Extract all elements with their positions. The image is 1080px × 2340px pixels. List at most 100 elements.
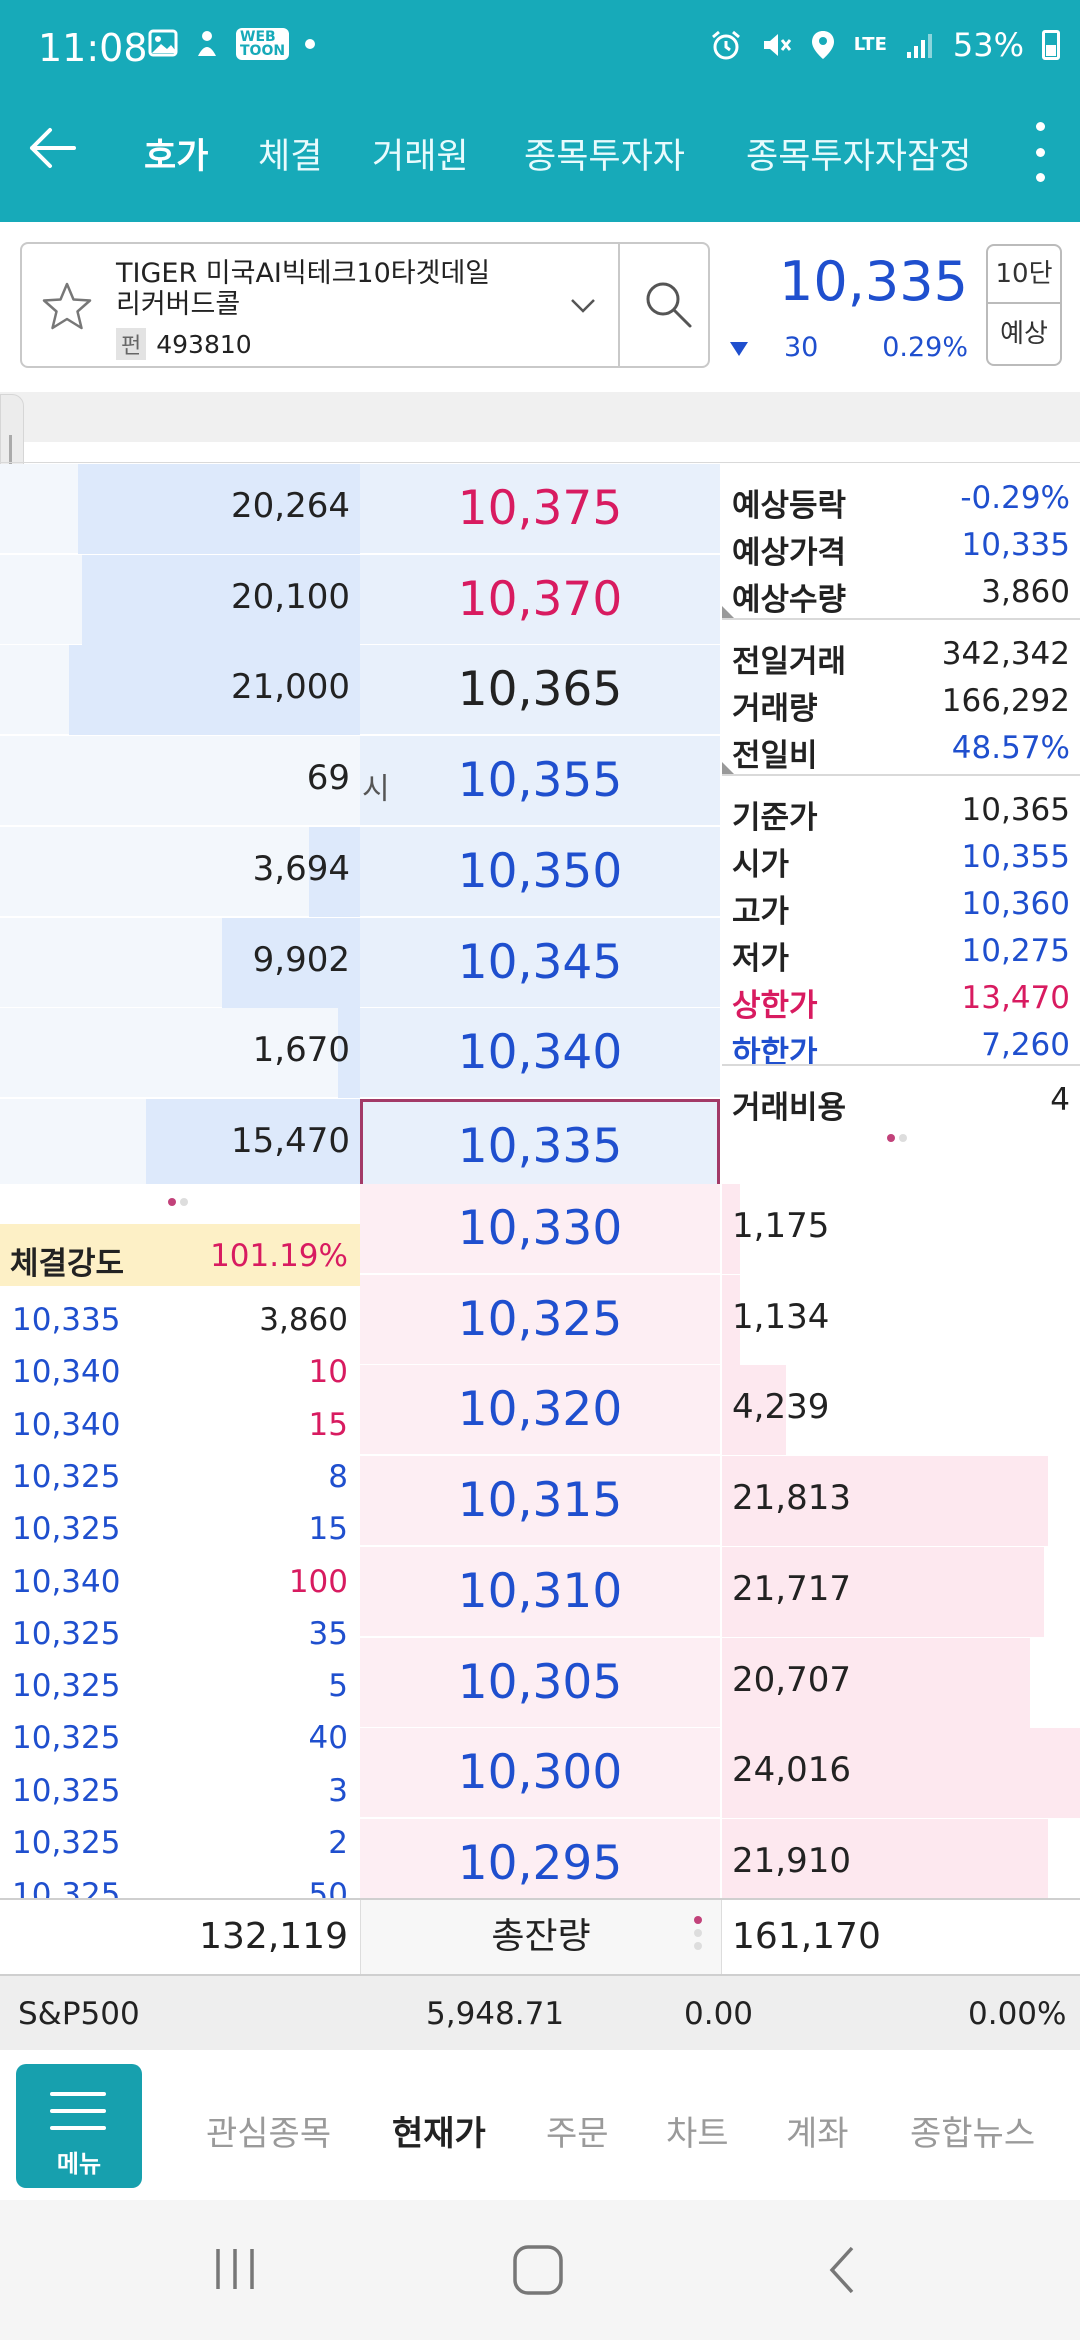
mute-icon <box>763 34 791 56</box>
trade-price: 10,325 <box>12 1772 121 1809</box>
ask-price[interactable]: 10,355 <box>360 736 720 827</box>
ask-qty: 20,100 <box>231 576 350 617</box>
bid-qty-cell: 1,175 <box>722 1184 1080 1274</box>
nav-news[interactable]: 종합뉴스 <box>910 2106 1035 2155</box>
info-separator <box>722 618 1080 620</box>
trade-qty: 8 <box>328 1458 348 1495</box>
trade-strength-value: 101.19% <box>210 1238 348 1274</box>
nav-watchlist[interactable]: 관심종목 <box>206 2106 331 2155</box>
tab-brokers[interactable]: 거래원 <box>372 128 469 179</box>
price-change-amount: 30 <box>784 332 819 363</box>
info-value: 48.57% <box>951 730 1070 766</box>
ask-qty-cell: 1,670 <box>0 1008 360 1099</box>
system-back-icon[interactable] <box>820 2242 864 2298</box>
status-notification-icons: WEB TOON <box>148 28 317 60</box>
trade-ticks-panel: 체결강도 101.19% 10,335 3,860 10,340 10 10,340 15… <box>0 1184 360 1898</box>
location-icon <box>811 31 834 59</box>
bid-price[interactable]: 10,310 <box>360 1546 720 1637</box>
trade-price: 10,325 <box>12 1720 121 1757</box>
tab-trades[interactable]: 체결 <box>258 128 322 179</box>
trade-tick-row: 10,325 3 <box>0 1763 360 1815</box>
bid-qty-cell: 24,016 <box>722 1728 1080 1819</box>
info-label: 거래비용 <box>732 1090 847 1126</box>
trade-tick-row: 10,340 10 <box>0 1344 360 1396</box>
info-separator <box>722 774 1080 776</box>
info-label: 전일비 <box>732 738 818 774</box>
bid-price[interactable]: 10,325 <box>360 1274 720 1365</box>
down-triangle-icon <box>730 342 748 356</box>
bid-price[interactable]: 10,305 <box>360 1637 720 1728</box>
trade-tick-row: 10,325 35 <box>0 1606 360 1658</box>
tab-hoga[interactable]: 호가 <box>144 128 208 179</box>
bid-price[interactable]: 10,315 <box>360 1456 720 1547</box>
search-icon[interactable] <box>638 274 698 334</box>
bid-qty: 20,707 <box>732 1659 851 1700</box>
trade-qty: 35 <box>308 1615 348 1652</box>
nav-current-price[interactable]: 현재가 <box>392 2106 486 2155</box>
ask-price[interactable]: 10,365 <box>360 645 720 736</box>
info-row: 기준가 10,365 <box>732 784 1070 836</box>
info-value: 10,335 <box>961 527 1070 563</box>
ask-qty-cell: 20,264 <box>0 464 360 554</box>
index-change: 0.00 <box>684 1996 754 2032</box>
ask-qty-cell: 3,694 <box>0 826 360 917</box>
bid-qty-cell: 4,239 <box>722 1365 1080 1456</box>
ask-price[interactable]: 10,375 <box>360 464 720 554</box>
info-value: 10,365 <box>961 792 1070 828</box>
signal-icon <box>906 34 932 58</box>
trade-price: 10,325 <box>12 1877 121 1898</box>
opening-price-mark: 시 <box>362 772 390 808</box>
star-icon[interactable] <box>40 280 94 334</box>
home-icon[interactable] <box>510 2242 566 2298</box>
alarm-icon <box>711 30 740 60</box>
expected-button[interactable]: 예상 <box>986 304 1062 366</box>
nav-order[interactable]: 주문 <box>546 2106 609 2155</box>
info-row: 저가 10,275 <box>732 925 1070 977</box>
battery-icon <box>1042 30 1060 60</box>
info-separator <box>722 1064 1080 1066</box>
bid-qty: 1,175 <box>732 1206 830 1246</box>
stock-selector[interactable]: TIGER 미국AI빅테크10타겟데일 리커버드콜 펀 493810 <box>20 242 710 368</box>
more-menu-icon[interactable] <box>1030 122 1050 182</box>
nav-account[interactable]: 계좌 <box>786 2106 849 2155</box>
section-corner-mark <box>722 762 734 774</box>
separator-band <box>0 392 1080 442</box>
ask-qty: 69 <box>306 758 350 799</box>
trade-tick-row: 10,325 2 <box>0 1815 360 1867</box>
stock-code: 493810 <box>156 329 252 359</box>
trade-price: 10,325 <box>12 1458 121 1495</box>
trade-qty: 3 <box>328 1772 348 1809</box>
nav-chart[interactable]: 차트 <box>666 2106 729 2155</box>
trade-price: 10,325 <box>12 1615 121 1652</box>
ask-qty: 15,470 <box>231 1120 350 1161</box>
bid-price[interactable]: 10,330 <box>360 1184 720 1274</box>
ask-price[interactable]: 10,335 <box>360 1098 720 1189</box>
info-label: 예상수량 <box>732 582 847 618</box>
index-ticker[interactable]: S&P500 5,948.71 0.00 0.00% <box>0 1976 1080 2050</box>
battery-percent: 53% <box>952 26 1024 64</box>
ask-price[interactable]: 10,345 <box>360 917 720 1008</box>
ask-price[interactable]: 10,350 <box>360 826 720 917</box>
bid-qty-cell: 20,707 <box>722 1637 1080 1728</box>
trade-tick-row: 10,325 40 <box>0 1710 360 1762</box>
chevron-down-icon[interactable] <box>568 290 598 320</box>
trade-strength-label: 체결강도 <box>10 1246 125 1282</box>
info-row: 고가 10,360 <box>732 878 1070 930</box>
trade-tick-row: 10,325 8 <box>0 1449 360 1501</box>
depth-button[interactable]: 10단 <box>986 244 1062 304</box>
menu-button[interactable]: 메뉴 <box>16 2064 142 2188</box>
bid-price[interactable]: 10,295 <box>360 1818 720 1909</box>
info-panel: 예상등락 -0.29% 예상가격 10,335 예상수량 3,860 전일거래 342,34… <box>722 464 1080 1182</box>
ask-price[interactable]: 10,370 <box>360 554 720 645</box>
back-arrow-icon[interactable] <box>22 118 82 178</box>
trade-qty: 40 <box>308 1720 348 1757</box>
info-row: 예상등락 -0.29% <box>732 472 1070 524</box>
tab-investors[interactable]: 종목투자자 <box>524 128 685 179</box>
trade-qty: 100 <box>288 1563 348 1600</box>
trade-qty: 50 <box>308 1877 348 1898</box>
bid-price[interactable]: 10,320 <box>360 1365 720 1456</box>
tab-investors-provisional[interactable]: 종목투자자잠정 <box>746 128 971 179</box>
recent-apps-icon[interactable] <box>210 2244 260 2294</box>
ask-price[interactable]: 10,340 <box>360 1008 720 1099</box>
bid-price[interactable]: 10,300 <box>360 1728 720 1819</box>
